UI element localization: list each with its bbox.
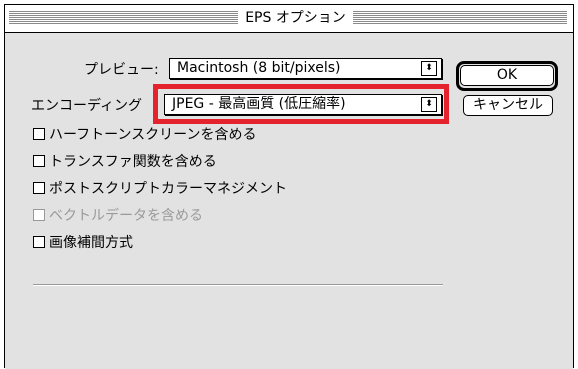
option-label: ポストスクリプトカラーマネジメント: [49, 181, 287, 197]
option-postscript-color-management[interactable]: ポストスクリプトカラーマネジメント: [33, 178, 287, 198]
ok-button[interactable]: OK: [460, 65, 554, 86]
checkbox-icon[interactable]: [33, 236, 45, 248]
encoding-label: エンコーディング: [31, 98, 143, 114]
popup-arrows-icon: ⬍: [421, 61, 437, 76]
option-label: ベクトルデータを含める: [49, 208, 203, 224]
checkbox-icon[interactable]: [33, 128, 45, 140]
preview-popup-value: Macintosh (8 bit/pixels): [177, 60, 341, 76]
dialog-title: EPS オプション: [245, 10, 346, 26]
preview-popup[interactable]: Macintosh (8 bit/pixels) ⬍: [169, 58, 442, 79]
option-transfer-function[interactable]: トランスファ関数を含める: [33, 151, 217, 171]
preview-label: プレビュー:: [84, 62, 159, 78]
option-halftone-screen[interactable]: ハーフトーンスクリーンを含める: [33, 124, 256, 144]
cancel-button[interactable]: キャンセル: [463, 95, 553, 116]
title-bar[interactable]: EPS オプション: [5, 5, 573, 33]
encoding-highlight-annotation: [153, 84, 449, 124]
title-bar-stripes-right: [353, 11, 567, 24]
checkbox-icon: [33, 209, 45, 221]
checkbox-icon[interactable]: [33, 182, 45, 194]
eps-options-dialog: EPS オプション プレビュー: Macintosh (8 bit/pixels…: [4, 4, 574, 369]
option-vector-data: ベクトルデータを含める: [33, 205, 203, 225]
option-label: 画像補間方式: [49, 235, 133, 251]
title-bar-stripes-left: [9, 11, 238, 24]
option-label: ハーフトーンスクリーンを含める: [49, 127, 257, 143]
checkbox-icon[interactable]: [33, 155, 45, 167]
option-image-interpolation[interactable]: 画像補間方式: [33, 232, 133, 252]
option-label: トランスファ関数を含める: [49, 154, 217, 170]
divider: [33, 284, 443, 286]
